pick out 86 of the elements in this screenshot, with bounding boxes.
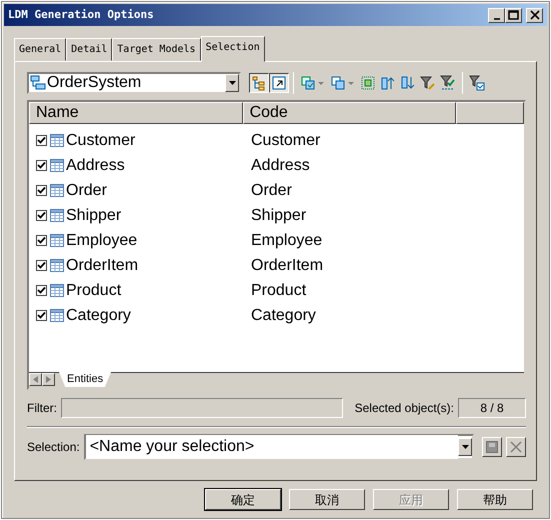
entity-name: Category	[66, 306, 131, 326]
left-arrow-icon	[33, 376, 38, 383]
minimize-icon	[492, 18, 500, 20]
checkbox[interactable]	[36, 135, 47, 146]
checkbox[interactable]	[36, 210, 47, 221]
dropdown-caret[interactable]	[318, 82, 324, 84]
minimize-button[interactable]	[488, 8, 505, 22]
entity-code: Shipper	[250, 206, 306, 226]
checkbox[interactable]	[36, 160, 47, 171]
checkbox[interactable]	[36, 310, 47, 321]
tab[interactable]: Target Models	[112, 38, 201, 61]
entity-name: Order	[66, 181, 107, 201]
selected-count-label: Selected object(s):	[354, 400, 454, 417]
scroll-right-button[interactable]	[42, 373, 55, 386]
table-icon	[50, 209, 64, 222]
tab[interactable]: Detail	[66, 38, 112, 61]
checkbox[interactable]	[36, 285, 47, 296]
filter-apply-icon	[440, 75, 456, 91]
column-header[interactable]: Name	[29, 102, 243, 124]
table-icon	[50, 259, 64, 272]
close-icon	[530, 10, 540, 20]
select-frame-icon	[360, 75, 376, 91]
caret-icon	[462, 445, 468, 449]
toolbar-button[interactable]	[269, 73, 289, 93]
entity-name: Address	[66, 156, 125, 176]
maximize-button[interactable]	[505, 8, 522, 22]
save-icon	[486, 441, 498, 453]
entity-code: Address	[250, 156, 310, 176]
selected-count-value: 8 / 8	[458, 398, 526, 418]
sheet-tab[interactable]: Entities	[59, 372, 112, 387]
selection-field[interactable]: <Name your selection>	[84, 434, 474, 460]
checkbox[interactable]	[36, 185, 47, 196]
table-icon	[50, 284, 64, 297]
entity-name: Customer	[66, 131, 136, 151]
tree-view-icon	[251, 75, 267, 91]
close-icon	[510, 441, 522, 453]
model-dropdown[interactable]: OrderSystem	[27, 72, 241, 94]
window-title: LDM Generation Options	[8, 6, 154, 23]
delete-button[interactable]	[506, 437, 526, 457]
entity-name: Employee	[66, 231, 138, 251]
entity-code: Employee	[250, 231, 322, 251]
move-down-icon	[400, 75, 416, 91]
toolbar-button[interactable]	[249, 73, 269, 93]
filter-label: Filter:	[27, 400, 57, 417]
caret-icon	[348, 82, 354, 84]
tab[interactable]: Selection	[200, 36, 265, 62]
save-button[interactable]	[482, 437, 502, 457]
select-all-icon	[300, 75, 316, 91]
deselect-all-icon	[330, 75, 346, 91]
table-icon	[50, 309, 64, 322]
selection-label: Selection:	[27, 439, 80, 456]
entity-code: Order	[250, 181, 292, 201]
caret-icon	[318, 82, 324, 84]
dropdown-button[interactable]	[225, 74, 239, 92]
dialog-button[interactable]: 取消	[289, 489, 365, 510]
entity-code: OrderItem	[250, 256, 324, 276]
dialog-button[interactable]: 帮助	[457, 489, 533, 510]
entity-code: Customer	[250, 131, 320, 151]
table-icon	[50, 184, 64, 197]
column-header[interactable]: Code	[242, 102, 456, 124]
dropdown-button[interactable]	[458, 438, 472, 456]
entity-name: Product	[66, 281, 122, 301]
tab[interactable]: General	[14, 38, 66, 61]
filter-check-icon	[469, 75, 485, 91]
table-icon	[50, 234, 64, 247]
scroll-left-button[interactable]	[29, 373, 42, 386]
filter-edit-icon	[420, 75, 436, 91]
entity-name: OrderItem	[66, 256, 138, 276]
shortcut-icon	[271, 75, 287, 91]
table-icon	[50, 159, 64, 172]
entity-code: Category	[250, 306, 316, 326]
column-header[interactable]	[456, 102, 524, 124]
model-name: OrderSystem	[47, 73, 142, 93]
close-button[interactable]	[526, 8, 543, 22]
table-icon	[50, 134, 64, 147]
move-up-icon	[380, 75, 396, 91]
right-arrow-icon	[46, 376, 51, 383]
dialog-button[interactable]: 确定	[205, 489, 281, 510]
caret-icon	[228, 81, 236, 85]
entity-name: Shipper	[66, 206, 122, 226]
checkbox[interactable]	[36, 235, 47, 246]
model-icon	[30, 75, 46, 91]
checkbox[interactable]	[36, 260, 47, 271]
maximize-icon	[508, 10, 519, 20]
dropdown-caret[interactable]	[348, 82, 354, 84]
entity-code: Product	[250, 281, 306, 301]
